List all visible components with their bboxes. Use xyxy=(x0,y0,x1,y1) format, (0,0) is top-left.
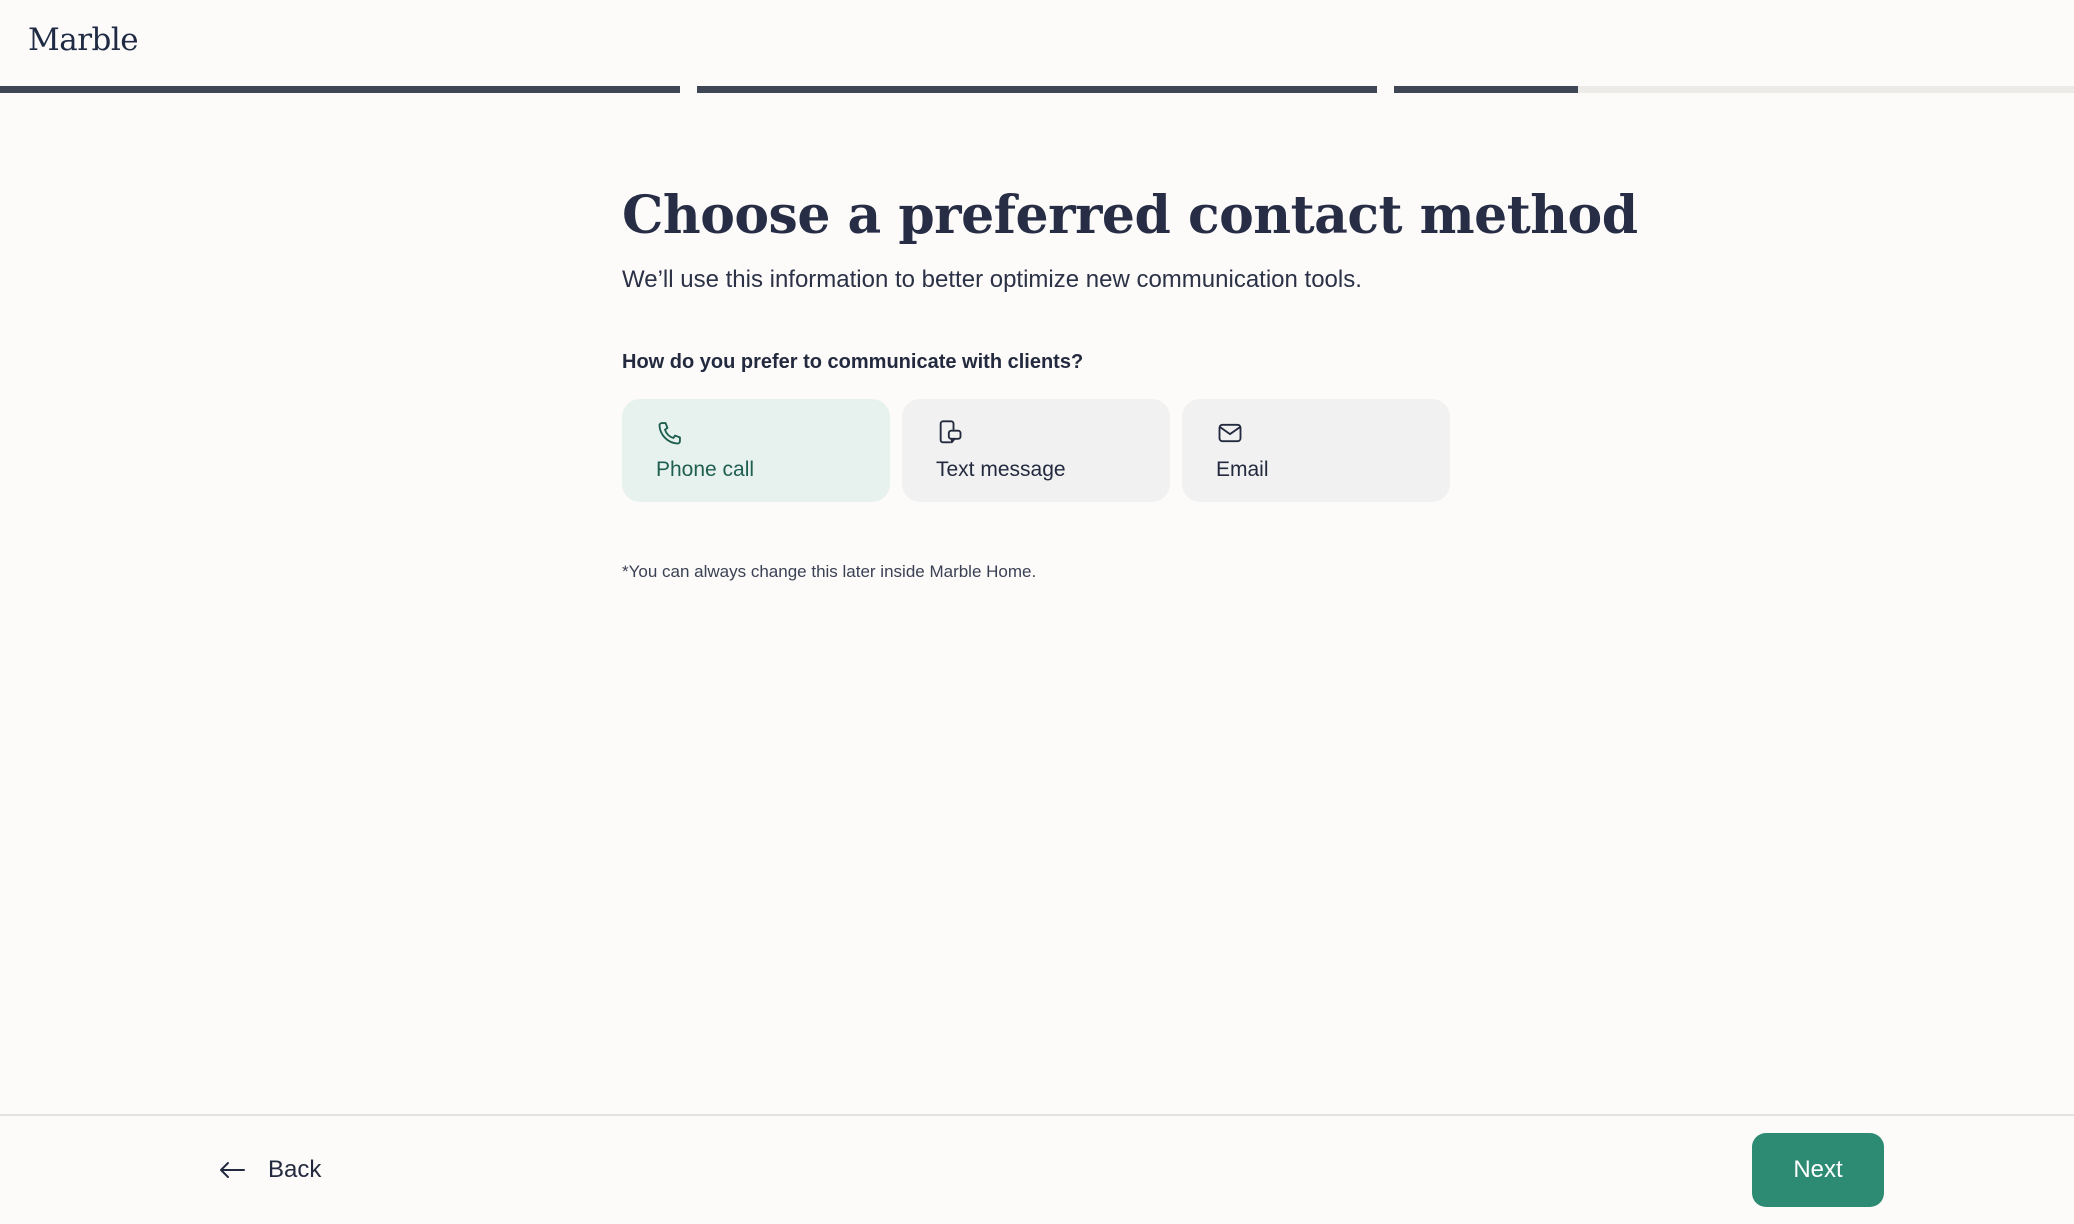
option-email-label: Email xyxy=(1216,458,1269,481)
envelope-icon xyxy=(1218,423,1242,443)
progress-step-3-fill xyxy=(1394,86,1578,93)
footer-bar: Back Next xyxy=(0,1114,2074,1224)
option-email[interactable]: Email xyxy=(1182,399,1450,502)
progress-step-1 xyxy=(0,86,680,93)
option-phone-call-label: Phone call xyxy=(656,458,755,481)
main-content: Choose a preferred contact method We’ll … xyxy=(622,185,1638,582)
back-button-label: Back xyxy=(268,1156,322,1183)
onboarding-page: Marble Choose a preferred contact method… xyxy=(0,0,2074,1224)
text-message-icon xyxy=(939,420,962,444)
option-text-message[interactable]: Text message xyxy=(902,399,1170,502)
contact-method-options: Phone call Text message Email xyxy=(622,399,1462,502)
option-text-message-label: Text message xyxy=(936,458,1066,481)
page-title: Choose a preferred contact method xyxy=(622,185,1638,246)
change-later-note: *You can always change this later inside… xyxy=(622,562,1037,581)
contact-question: How do you prefer to communicate with cl… xyxy=(622,351,1084,373)
arrow-left-icon xyxy=(220,1162,245,1178)
phone-icon xyxy=(658,422,681,445)
progress-step-3 xyxy=(1394,86,2074,93)
back-button[interactable]: Back xyxy=(218,1156,321,1184)
progress-step-2-fill xyxy=(697,86,1377,93)
progress-step-2 xyxy=(697,86,1377,93)
page-subtitle: We’ll use this information to better opt… xyxy=(622,266,1362,293)
next-button[interactable]: Next xyxy=(1752,1133,1884,1207)
option-phone-call[interactable]: Phone call xyxy=(622,399,890,502)
progress-bar xyxy=(0,86,2074,93)
progress-step-1-fill xyxy=(0,86,680,93)
marble-logo[interactable]: Marble xyxy=(28,22,139,58)
